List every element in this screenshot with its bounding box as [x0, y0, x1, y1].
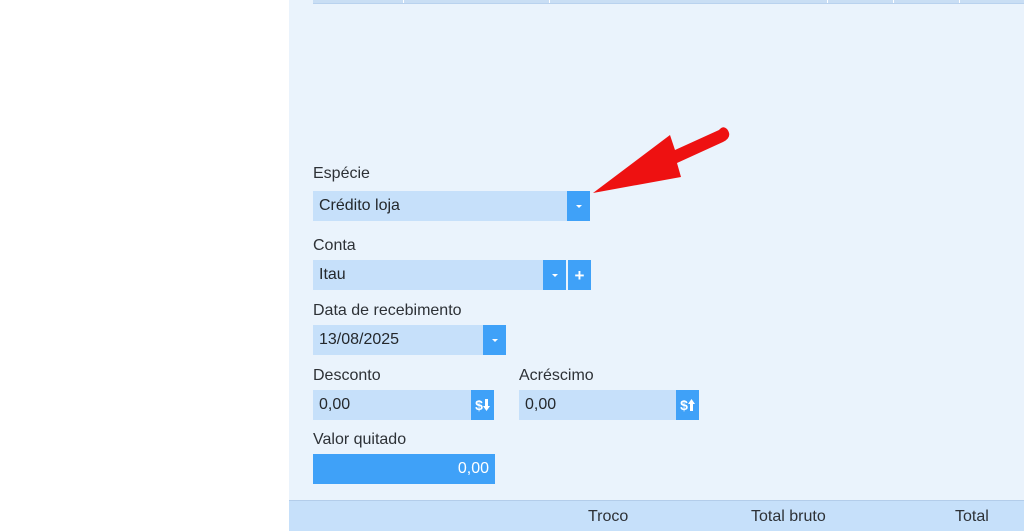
chevron-down-icon: [491, 338, 498, 342]
add-conta-button[interactable]: +: [568, 260, 591, 290]
date-dropdown-button[interactable]: [483, 325, 506, 355]
desconto-field[interactable]: 0,00: [313, 390, 471, 420]
data-recebimento-field[interactable]: 13/08/2025: [313, 325, 483, 355]
dollar-down-icon: $: [475, 397, 490, 413]
especie-select[interactable]: Crédito loja: [313, 191, 567, 221]
conta-label: Conta: [313, 237, 356, 254]
payment-panel: Espécie Crédito loja Conta Itau + Data d…: [289, 0, 1024, 531]
total-label: Total: [955, 508, 989, 525]
valor-quitado-label: Valor quitado: [313, 431, 407, 448]
especie-label: Espécie: [313, 165, 370, 182]
arrow-icon: [593, 127, 730, 193]
conta-select[interactable]: Itau: [313, 260, 543, 290]
table-header-strip: [313, 0, 1024, 4]
total-bruto-label: Total bruto: [751, 508, 826, 525]
conta-dropdown-button[interactable]: [543, 260, 566, 290]
valor-quitado-field[interactable]: 0,00: [313, 454, 495, 484]
acrescimo-button[interactable]: $: [676, 390, 699, 420]
totals-footer: Troco Total bruto Total: [289, 500, 1024, 531]
chevron-down-icon: [575, 204, 582, 208]
chevron-down-icon: [551, 273, 558, 277]
acrescimo-field[interactable]: 0,00: [519, 390, 676, 420]
data-recebimento-label: Data de recebimento: [313, 302, 462, 319]
desconto-button[interactable]: $: [471, 390, 494, 420]
dollar-up-icon: $: [680, 397, 695, 413]
troco-label: Troco: [588, 508, 629, 525]
desconto-label: Desconto: [313, 367, 381, 384]
red-arrow-annotation: [593, 127, 730, 193]
plus-icon: +: [574, 265, 585, 285]
acrescimo-label: Acréscimo: [519, 367, 594, 384]
